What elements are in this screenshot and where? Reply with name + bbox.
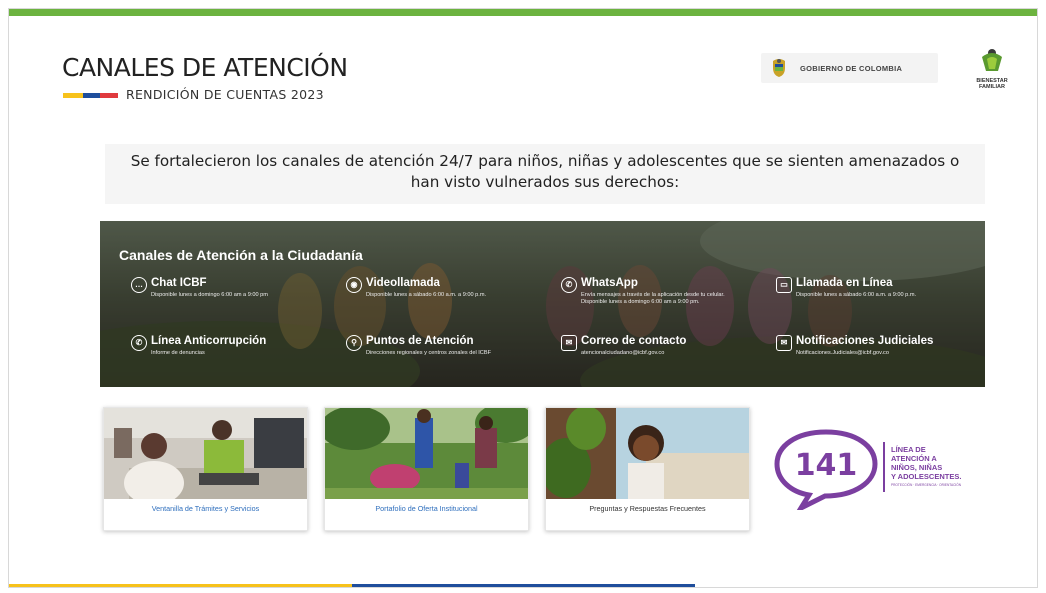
card-photo (325, 408, 528, 499)
channel-name: Notificaciones Judiciales (796, 335, 934, 347)
flag-underline (63, 93, 118, 98)
logo-text-2: FAMILIAR (979, 84, 1005, 90)
channels-banner: Canales de Atención a la Ciudadanía … Ch… (100, 221, 985, 387)
line-141-text-2: ATENCIÓN A (891, 454, 937, 463)
channel-desc: Notificaciones.Judiciales@icbf.gov.co (796, 350, 889, 356)
channel-desc: Disponible lunes a sábado 6:00 a.m. a 9:… (796, 292, 917, 298)
page-subtitle: RENDICIÓN DE CUENTAS 2023 (126, 87, 324, 102)
card-portafolio-oferta[interactable]: Portafolio de Oferta Institucional (324, 407, 529, 531)
icbf-logo-icon (982, 49, 1002, 71)
slide: CANALES DE ATENCIÓN RENDICIÓN DE CUENTAS… (0, 0, 1046, 593)
channel-name: Llamada en Línea (796, 277, 893, 289)
line-141-logo[interactable]: 141 LÍNEA DE ATENCIÓN A NIÑOS, NIÑAS Y A… (771, 428, 981, 515)
line-141-text-3: NIÑOS, NIÑAS (891, 463, 942, 472)
channel-desc: Informe de denuncias (151, 350, 205, 356)
slide-frame: CANALES DE ATENCIÓN RENDICIÓN DE CUENTAS… (8, 8, 1038, 588)
card-label: Preguntas y Respuestas Frecuentes (589, 504, 706, 513)
speech-bubble-icon: 141 LÍNEA DE ATENCIÓN A NIÑOS, NIÑAS Y A… (774, 429, 962, 515)
channel-name: Chat ICBF (151, 277, 207, 289)
line-141-text-4: Y ADOLESCENTES. (891, 472, 961, 481)
phone-icon: ✆ (131, 335, 147, 351)
mail-icon: ✉ (776, 335, 792, 351)
channel-name: Puntos de Atención (366, 335, 474, 347)
channel-desc: Disponible lunes a sábado 6:00 a.m. a 9:… (366, 292, 487, 298)
page-title: CANALES DE ATENCIÓN (62, 53, 348, 82)
chat-icon: … (131, 277, 147, 293)
monitor-icon: ▭ (776, 277, 792, 293)
video-call-icon: ◉ (346, 277, 362, 293)
bottom-flag-bar (9, 584, 1037, 587)
mail-icon: ✉ (561, 335, 577, 351)
card-ventanilla-tramites[interactable]: Ventanilla de Trámites y Servicios (103, 407, 308, 531)
location-pin-icon: ⚲ (346, 335, 362, 351)
card-photo (546, 408, 749, 499)
channel-name: Correo de contacto (581, 335, 687, 347)
card-preguntas-frecuentes[interactable]: Preguntas y Respuestas Frecuentes (545, 407, 750, 531)
coat-of-arms-icon (773, 59, 785, 77)
channel-desc: atencionalciudadano@icbf.gov.co (581, 350, 665, 356)
line-141-number: 141 (795, 448, 858, 483)
banner-photo-background (100, 221, 985, 387)
icbf-logo: BIENESTAR FAMILIAR (971, 47, 1013, 93)
card-photo (104, 408, 307, 499)
banner-title: Canales de Atención a la Ciudadanía (119, 247, 363, 263)
channel-desc: Envía mensajes a través de la aplicación… (581, 292, 725, 305)
channel-desc: Direcciones regionales y centros zonales… (366, 350, 491, 356)
card-label: Ventanilla de Trámites y Servicios (151, 504, 260, 513)
whatsapp-icon: ✆ (561, 277, 577, 293)
government-label: GOBIERNO DE COLOMBIA (800, 63, 903, 73)
intro-text: Se fortalecieron los canales de atención… (105, 144, 985, 204)
government-badge: GOBIERNO DE COLOMBIA (761, 53, 938, 83)
top-accent-bar (9, 9, 1037, 16)
line-141-text-1: LÍNEA DE (891, 445, 926, 454)
line-141-tagline: PROTECCIÓN · EMERGENCIA · ORIENTACIÓN (891, 482, 962, 487)
channel-desc: Disponible lunes a domingo 6:00 am a 9:0… (151, 292, 268, 298)
channel-name: Línea Anticorrupción (151, 335, 267, 347)
channel-name: WhatsApp (581, 277, 638, 289)
channel-name: Videollamada (366, 277, 440, 289)
card-label: Portafolio de Oferta Institucional (375, 504, 478, 513)
